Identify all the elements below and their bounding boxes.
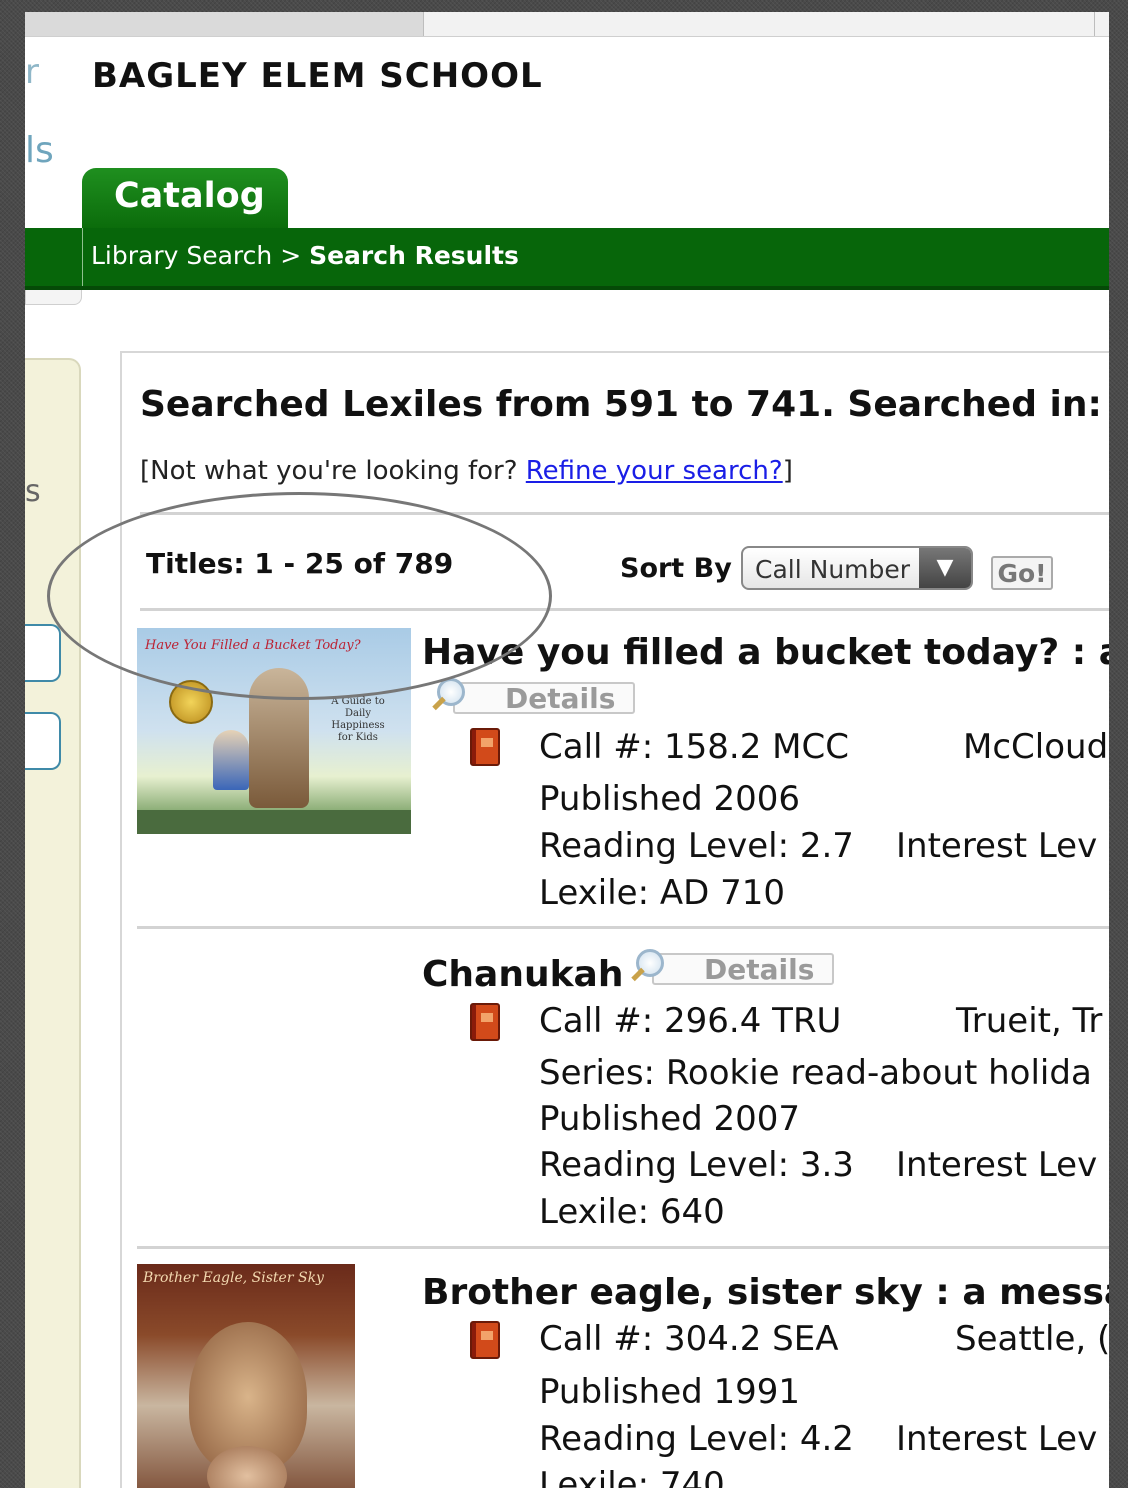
browser-page: r ls BAGLEY ELEM SCHOOL Catalog Library …	[25, 12, 1109, 1488]
sort-select-value: Call Number	[755, 555, 911, 584]
divider	[140, 512, 1109, 515]
reading-level: Reading Level: 4.2	[539, 1419, 854, 1459]
breadcrumb-separator: >	[272, 241, 310, 270]
divider	[137, 1246, 1109, 1249]
magnifier-icon	[636, 949, 664, 977]
breadcrumb: Library Search > Search Results	[91, 241, 519, 270]
reading-level: Reading Level: 3.3	[539, 1145, 854, 1185]
published: Published 2006	[539, 779, 801, 819]
refine-search-link[interactable]: Refine your search?	[526, 456, 783, 486]
interest-level: Interest Lev	[896, 826, 1098, 866]
search-summary: Searched Lexiles from 591 to 741. Search…	[140, 384, 1109, 425]
breadcrumb-bar: Library Search > Search Results	[25, 228, 1109, 290]
sidebar-input-fragment[interactable]	[25, 712, 61, 770]
left-edge-fragment: ls	[25, 130, 54, 171]
book-cover-image[interactable]: Brother Eagle, Sister Sky	[137, 1264, 355, 1488]
divider	[82, 228, 83, 286]
series[interactable]: Series: Rookie read-about holida	[539, 1053, 1092, 1093]
lexile: Lexile: AD 710	[539, 873, 786, 913]
author[interactable]: McCloud	[963, 727, 1108, 767]
cover-footer	[137, 810, 411, 834]
call-number: Call #: 304.2 SEA	[539, 1319, 839, 1359]
titles-count: Titles: 1 - 25 of 789	[146, 547, 454, 580]
go-button[interactable]: Go!	[991, 556, 1053, 590]
award-medal-icon	[169, 680, 213, 724]
book-icon	[470, 1003, 500, 1041]
cover-subtitle: A Guide to Daily Happiness for Kids	[331, 696, 385, 743]
author[interactable]: Trueit, Tr	[956, 1001, 1102, 1041]
cover-title: Brother Eagle, Sister Sky	[143, 1270, 324, 1286]
sort-by-label: Sort By	[620, 553, 732, 584]
breadcrumb-current: Search Results	[309, 241, 519, 270]
sidebar-input-fragment[interactable]	[25, 624, 61, 682]
lexile: Lexile: 640	[539, 1192, 725, 1232]
result-title[interactable]: Have you filled a bucket today? : a	[422, 632, 1109, 673]
sidebar-edge-letter: s	[25, 474, 41, 509]
lexile: Lexile: 740	[539, 1465, 725, 1488]
details-button[interactable]: Details	[636, 949, 835, 986]
chevron-down-icon[interactable]: ▼	[919, 548, 971, 588]
result-title[interactable]: Brother eagle, sister sky : a messa	[422, 1272, 1109, 1313]
school-name: BAGLEY ELEM SCHOOL	[92, 56, 543, 96]
cover-title: Have You Filled a Bucket Today?	[145, 638, 361, 653]
published: Published 2007	[539, 1099, 801, 1139]
refine-prompt-prefix: [Not what you're looking for?	[140, 456, 526, 486]
published: Published 1991	[539, 1372, 801, 1412]
cover-art	[213, 730, 249, 790]
reading-level: Reading Level: 2.7	[539, 826, 854, 866]
interest-level: Interest Lev	[896, 1145, 1098, 1185]
left-edge-fragment: r	[25, 52, 39, 92]
details-button[interactable]: Details	[437, 678, 636, 715]
tab-strip	[25, 12, 1109, 37]
book-cover-image[interactable]: Have You Filled a Bucket Today? A Guide …	[137, 628, 411, 834]
book-icon	[470, 728, 500, 766]
result-title[interactable]: Chanukah	[422, 954, 623, 995]
browser-tab[interactable]	[25, 12, 424, 36]
tab-catalog[interactable]: Catalog	[82, 168, 288, 232]
sort-select[interactable]: Call Number ▼	[741, 546, 973, 590]
magnifier-icon	[437, 678, 465, 706]
details-label: Details	[505, 682, 616, 715]
book-icon	[470, 1321, 500, 1359]
author[interactable]: Seattle, (	[955, 1319, 1109, 1359]
interest-level: Interest Lev	[896, 1419, 1098, 1459]
divider	[137, 926, 1109, 929]
scrollbar-track[interactable]	[1094, 12, 1103, 36]
refine-prompt-suffix: ]	[782, 456, 793, 486]
divider	[140, 608, 1109, 611]
details-label: Details	[704, 953, 815, 986]
left-panel-edge	[25, 290, 82, 305]
refine-prompt: [Not what you're looking for? Refine you…	[140, 456, 793, 486]
sidebar-panel	[25, 358, 81, 1488]
cover-art	[249, 668, 309, 808]
call-number: Call #: 158.2 MCC	[539, 727, 849, 767]
breadcrumb-library-search[interactable]: Library Search	[91, 241, 272, 270]
call-number: Call #: 296.4 TRU	[539, 1001, 842, 1041]
